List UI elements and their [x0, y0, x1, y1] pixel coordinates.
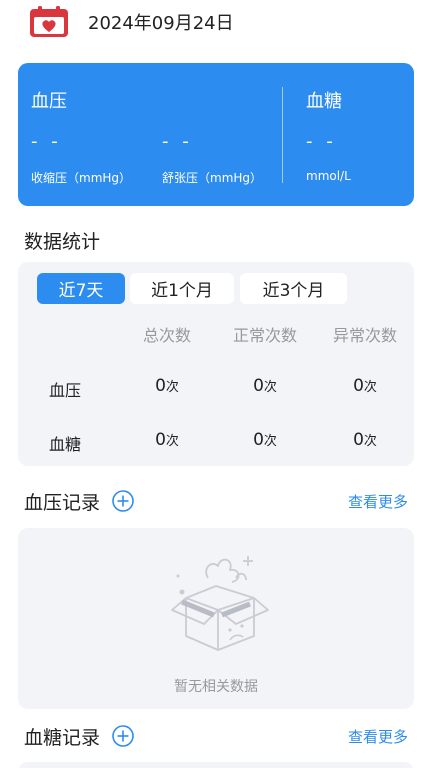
sugar-label: mmol/L — [306, 169, 351, 183]
diastolic-value: - - — [162, 131, 193, 152]
bp-empty-text: 暂无相关数据 — [174, 679, 258, 695]
row-label-blood-pressure: 血压 — [49, 381, 82, 400]
bp-view-more-link[interactable]: 查看更多 — [348, 491, 408, 512]
bp-normal-count: 0次 — [253, 376, 277, 396]
latest-measurement-card[interactable]: 血压 - - 收缩压（mmHg） - - 舒张压（mmHg） 血糖 - - mm… — [18, 63, 414, 206]
stats-card: 近7天 近1个月 近3个月 总次数 正常次数 异常次数 血压 0次 0次 0次 … — [18, 262, 414, 466]
blood-pressure-title: 血压 — [31, 91, 67, 112]
current-date[interactable]: 2024年09月24日 — [88, 9, 234, 35]
bs-records-title: 血糖记录 — [24, 726, 101, 749]
blood-sugar-title: 血糖 — [306, 91, 342, 112]
bp-abnormal-count: 0次 — [353, 376, 377, 396]
tab-3-months[interactable]: 近3个月 — [240, 273, 347, 304]
column-total-count: 总次数 — [142, 326, 191, 345]
empty-box-icon — [171, 556, 269, 651]
diastolic-label: 舒张压（mmHg） — [162, 171, 263, 185]
bs-total-count: 0次 — [155, 430, 179, 450]
bs-abnormal-count: 0次 — [353, 430, 377, 450]
card-divider — [282, 87, 283, 183]
bp-records-empty-card: 暂无相关数据 — [18, 528, 414, 709]
add-bs-record-icon[interactable] — [112, 725, 134, 747]
add-bp-record-icon[interactable] — [112, 490, 134, 512]
bs-normal-count: 0次 — [253, 430, 277, 450]
bs-view-more-link[interactable]: 查看更多 — [348, 726, 408, 747]
date-row: 2024年09月24日 — [28, 4, 234, 40]
systolic-label: 收缩压（mmHg） — [31, 171, 132, 185]
bp-records-title: 血压记录 — [24, 491, 101, 514]
row-label-blood-sugar: 血糖 — [49, 435, 82, 454]
sugar-value: - - — [306, 131, 337, 152]
bs-records-header: 血糖记录 — [24, 722, 134, 750]
column-normal-count: 正常次数 — [232, 326, 297, 345]
tab-7-days[interactable]: 近7天 — [37, 273, 125, 304]
stats-title: 数据统计 — [24, 231, 101, 253]
column-abnormal-count: 异常次数 — [332, 326, 397, 345]
bp-records-header: 血压记录 — [24, 487, 134, 515]
bs-records-card — [18, 762, 414, 768]
systolic-value: - - — [31, 131, 62, 152]
calendar-heart-icon — [30, 6, 68, 37]
tab-1-month[interactable]: 近1个月 — [130, 273, 234, 304]
bp-total-count: 0次 — [155, 376, 179, 396]
